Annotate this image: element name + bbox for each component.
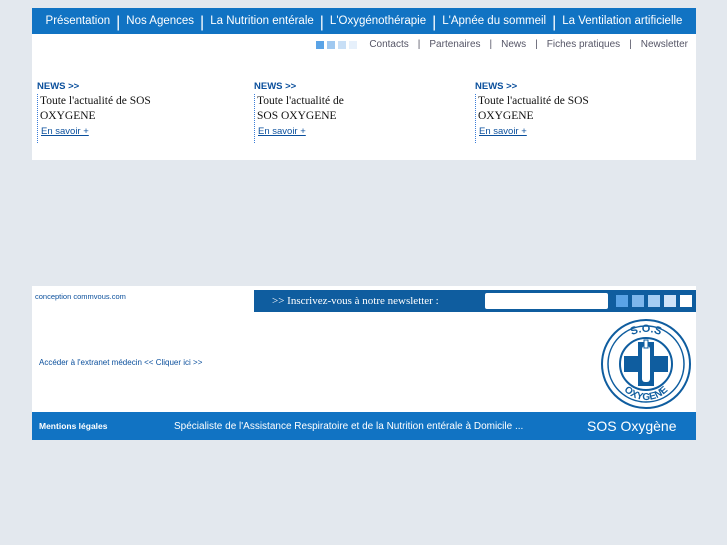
secondary-navigation: Contacts | Partenaires | News | Fiches p…: [316, 39, 690, 50]
nav-separator: |: [200, 14, 205, 31]
news-text-line: OXYGENE: [478, 110, 534, 122]
subnav-separator: |: [535, 39, 538, 50]
subnav-fiches-pratiques[interactable]: Fiches pratiques: [545, 39, 622, 50]
square-decoration-icon: [664, 295, 676, 307]
square-decoration-icon: [632, 295, 644, 307]
news-heading[interactable]: NEWS >>: [475, 81, 655, 92]
nav-presentation[interactable]: Présentation: [41, 15, 116, 27]
subnav-separator: |: [417, 39, 421, 50]
legal-notice-link[interactable]: Mentions légales: [32, 421, 167, 431]
nav-agences[interactable]: Nos Agences: [121, 15, 199, 27]
news-body: Toute l'actualité de SOS OXYGENE En savo…: [37, 94, 217, 143]
square-decoration-icon: [349, 40, 358, 49]
newsletter-email-input[interactable]: [485, 293, 608, 309]
news-text-line: Toute l'actualité de SOS: [40, 95, 151, 107]
news-text-line: Toute l'actualité de SOS: [478, 95, 589, 107]
news-text-line: OXYGENE: [40, 110, 96, 122]
brand-name: SOS Oxygène: [587, 418, 677, 434]
nav-apnee[interactable]: L'Apnée du sommeil: [437, 15, 551, 27]
nav-separator: |: [432, 14, 437, 31]
square-decoration-icon: [648, 295, 660, 307]
newsletter-bar: >> Inscrivez-vous à notre newsletter :: [254, 290, 696, 312]
bottom-bar: Mentions légales Spécialiste de l'Assist…: [32, 412, 696, 440]
sos-oxygene-logo-icon[interactable]: S.O.S OXYGENE: [599, 318, 693, 410]
subnav-partenaires[interactable]: Partenaires: [427, 39, 482, 50]
news-more-link[interactable]: En savoir +: [257, 124, 306, 143]
footer: conception commvous.com >> Inscrivez-vou…: [32, 286, 696, 440]
news-heading[interactable]: NEWS >>: [37, 81, 217, 92]
nav-separator: |: [319, 14, 324, 31]
subnav-separator: |: [489, 39, 493, 50]
credit-link[interactable]: conception commvous.com: [35, 292, 126, 301]
nav-ventilation[interactable]: La Ventilation artificielle: [557, 15, 687, 27]
news-text-line: SOS OXYGENE: [257, 110, 337, 122]
news-text-line: Toute l'actualité de: [257, 95, 344, 107]
news-block-3: NEWS >> Toute l'actualité de SOS OXYGENE…: [475, 81, 655, 143]
news-panel: Contacts | Partenaires | News | Fiches p…: [32, 34, 696, 160]
news-block-1: NEWS >> Toute l'actualité de SOS OXYGENE…: [37, 81, 217, 143]
square-decoration-icon: [316, 40, 325, 49]
square-decoration-icon: [680, 295, 692, 307]
news-more-link[interactable]: En savoir +: [40, 124, 89, 143]
subnav-contacts[interactable]: Contacts: [367, 39, 410, 50]
square-decoration-icon: [616, 295, 628, 307]
square-decoration-icon: [338, 40, 347, 49]
nav-separator: |: [116, 14, 121, 31]
nav-oxygenotherapie[interactable]: L'Oxygénothérapie: [325, 15, 431, 27]
extranet-link[interactable]: Accéder à l'extranet médecin << Cliquer …: [39, 358, 202, 367]
subnav-newsletter[interactable]: Newsletter: [639, 39, 690, 50]
tagline: Spécialiste de l'Assistance Respiratoire…: [174, 420, 524, 432]
top-navigation: Présentation | Nos Agences | La Nutritio…: [32, 8, 696, 34]
nav-nutrition[interactable]: La Nutrition entérale: [205, 15, 319, 27]
square-decoration-icon: [327, 40, 336, 49]
newsletter-label: >> Inscrivez-vous à notre newsletter :: [272, 295, 439, 307]
news-body: Toute l'actualité de SOS OXYGENE En savo…: [254, 94, 434, 143]
news-heading[interactable]: NEWS >>: [254, 81, 434, 92]
subnav-separator: |: [629, 39, 632, 50]
news-body: Toute l'actualité de SOS OXYGENE En savo…: [475, 94, 655, 143]
nav-separator: |: [552, 14, 557, 31]
subnav-news[interactable]: News: [499, 39, 528, 50]
newsletter-squares: [616, 295, 696, 307]
news-more-link[interactable]: En savoir +: [478, 124, 527, 143]
news-block-2: NEWS >> Toute l'actualité de SOS OXYGENE…: [254, 81, 434, 143]
